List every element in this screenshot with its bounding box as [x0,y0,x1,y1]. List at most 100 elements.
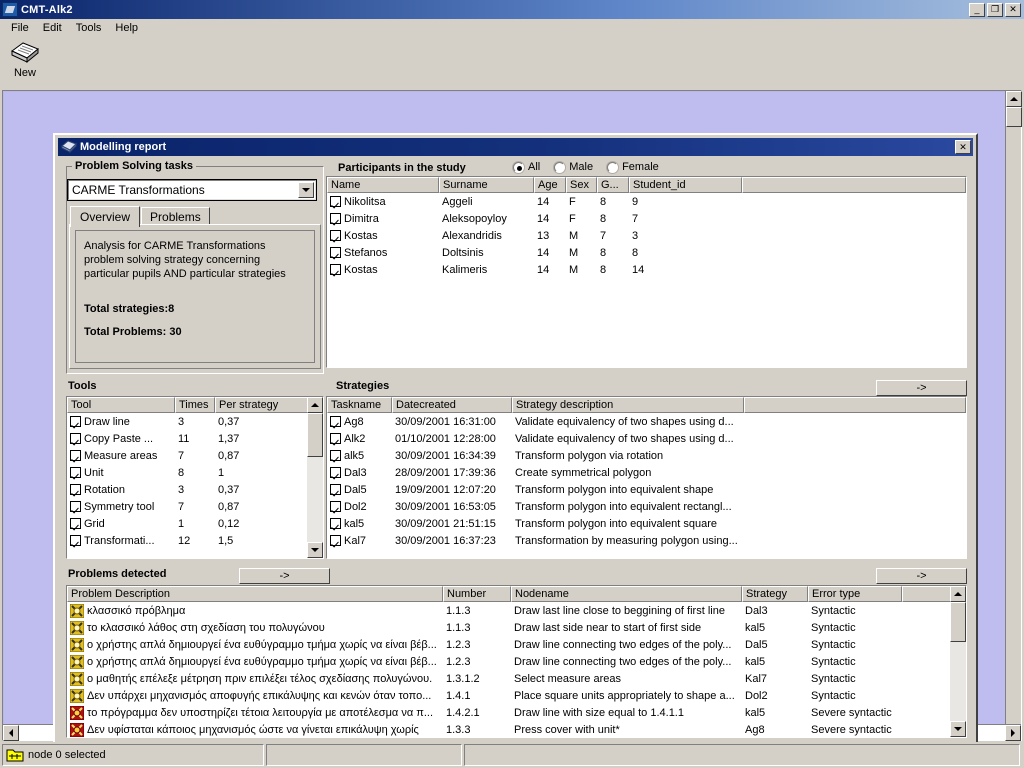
participants-table[interactable]: Name Surname Age Sex G... Student_id Nik… [326,176,967,368]
table-row[interactable]: Draw line 3 0,37 [67,413,323,430]
checkbox-checked-icon[interactable] [70,450,81,461]
table-row[interactable]: ο χρήστης απλά δημιουργεί ένα ευθύγραμμο… [67,636,966,653]
table-row[interactable]: Grid 1 0,12 [67,515,323,532]
table-row[interactable]: Δεν υπάρχει μηχανισμός αποφυγής επικάλυψ… [67,687,966,704]
checkbox-checked-icon[interactable] [330,230,341,241]
table-row[interactable]: Unit 8 1 [67,464,323,481]
col-datecreated[interactable]: Datecreated [392,397,512,413]
table-row[interactable]: Symmetry tool 7 0,87 [67,498,323,515]
col-strategy[interactable]: Strategy [742,586,808,602]
checkbox-checked-icon[interactable] [330,433,341,444]
tools-table[interactable]: Tool Times Per strategy Draw line 3 0,37 Co… [66,396,324,559]
col-sex[interactable]: Sex [566,177,597,193]
col-times[interactable]: Times [175,397,215,413]
table-cell-checkbox[interactable]: alk5 [327,447,392,464]
task-combo[interactable]: CARME Transformations [67,179,317,201]
vertical-scroll-thumb[interactable] [1006,107,1022,127]
checkbox-checked-icon[interactable] [330,450,341,461]
tools-scrollbar[interactable] [307,397,323,558]
checkbox-checked-icon[interactable] [330,484,341,495]
table-row[interactable]: Δεν υφίσταται κάποιος μηχανισμός ώστε να… [67,721,966,737]
table-cell-checkbox[interactable]: Measure areas [67,447,175,464]
table-row[interactable]: Dol2 30/09/2001 16:53:05 Transform polygon… [327,498,966,515]
table-row[interactable]: alk5 30/09/2001 16:34:39 Transform polygon… [327,447,966,464]
table-row[interactable]: Transformati... 12 1,5 [67,532,323,549]
new-button[interactable]: New [5,40,45,88]
col-tool[interactable]: Tool [67,397,175,413]
scroll-up-icon[interactable] [1006,91,1022,107]
problem-description-cell[interactable]: κλασσικό πρόβλημα [67,602,443,619]
col-per-strategy[interactable]: Per strategy [215,397,308,413]
problems-scroll-track[interactable] [950,602,966,721]
table-row[interactable]: Dal3 28/09/2001 17:39:36 Create symmetrica… [327,464,966,481]
menu-item-tools[interactable]: Tools [69,21,109,35]
problems-scroll-down-icon[interactable] [950,721,966,737]
table-row[interactable]: Dal5 19/09/2001 12:07:20 Transform polygon… [327,481,966,498]
problem-description-cell[interactable]: Δεν υπάρχει μηχανισμός αποφυγής επικάλυψ… [67,687,443,704]
problem-description-cell[interactable]: ο μαθητής επέλεξε μέτρηση πριν επιλέξει … [67,670,443,687]
strategies-expand-button[interactable]: -> [876,380,967,396]
checkbox-checked-icon[interactable] [330,213,341,224]
strategies-table[interactable]: Taskname Datecreated Strategy descriptio… [326,396,967,559]
tools-scroll-up-icon[interactable] [307,397,323,413]
tools-scroll-track[interactable] [307,413,323,542]
radio-all[interactable]: All [513,161,540,173]
checkbox-checked-icon[interactable] [330,247,341,258]
table-cell-checkbox[interactable]: Symmetry tool [67,498,175,515]
problems-scrollbar[interactable] [950,586,966,737]
radio-male[interactable]: Male [554,161,593,173]
checkbox-checked-icon[interactable] [330,416,341,427]
checkbox-checked-icon[interactable] [70,535,81,546]
maximize-icon[interactable]: ❐ [987,2,1003,17]
col-student-id[interactable]: Student_id [629,177,742,193]
checkbox-checked-icon[interactable] [70,518,81,529]
table-cell-checkbox[interactable]: Dal5 [327,481,392,498]
table-row[interactable]: Ag8 30/09/2001 16:31:00 Validate equivalen… [327,413,966,430]
problem-description-cell[interactable]: ο χρήστης απλά δημιουργεί ένα ευθύγραμμο… [67,653,443,670]
checkbox-checked-icon[interactable] [330,501,341,512]
table-cell-checkbox[interactable]: Copy Paste ... [67,430,175,447]
table-row[interactable]: kal5 30/09/2001 21:51:15 Transform polygon… [327,515,966,532]
table-cell-checkbox[interactable]: Stefanos [327,244,439,261]
col-blank[interactable] [742,177,966,193]
table-cell-checkbox[interactable]: kal5 [327,515,392,532]
problem-description-cell[interactable]: ο χρήστης απλά δημιουργεί ένα ευθύγραμμο… [67,636,443,653]
dialog-close-icon[interactable]: ✕ [955,140,971,154]
menu-item-file[interactable]: File [4,21,36,35]
checkbox-checked-icon[interactable] [330,535,341,546]
col-problem-description[interactable]: Problem Description [67,586,443,602]
table-cell-checkbox[interactable]: Ag8 [327,413,392,430]
table-cell-checkbox[interactable]: Kal7 [327,532,392,549]
dialog-title-bar[interactable]: Modelling report ✕ [58,138,973,156]
chevron-down-icon[interactable] [298,182,314,198]
table-row[interactable]: Rotation 3 0,37 [67,481,323,498]
table-row[interactable]: Dimitra Aleksopoyloy 14 F 8 7 [327,210,966,227]
workspace-vertical-scrollbar[interactable] [1005,91,1022,724]
scroll-left-icon[interactable] [3,725,19,741]
table-row[interactable]: Measure areas 7 0,87 [67,447,323,464]
menu-item-help[interactable]: Help [108,21,145,35]
table-row[interactable]: Stefanos Doltsinis 14 M 8 8 [327,244,966,261]
table-row[interactable]: Kostas Kalimeris 14 M 8 14 [327,261,966,278]
menu-item-edit[interactable]: Edit [36,21,69,35]
tools-scroll-thumb[interactable] [307,413,323,457]
problem-description-cell[interactable]: το πρόγραμμα δεν υποστηρίζει τέτοια λειτ… [67,704,443,721]
table-cell-checkbox[interactable]: Kostas [327,227,439,244]
table-row[interactable]: κλασσικό πρόβλημα 1.1.3 Draw last line clo… [67,602,966,619]
problem-description-cell[interactable]: το κλασσικό λάθος στη σχεδίαση του πολυγ… [67,619,443,636]
table-cell-checkbox[interactable]: Dol2 [327,498,392,515]
col-age[interactable]: Age [534,177,566,193]
close-icon[interactable]: ✕ [1005,2,1021,17]
table-cell-checkbox[interactable]: Grid [67,515,175,532]
table-cell-checkbox[interactable]: Transformati... [67,532,175,549]
table-cell-checkbox[interactable]: Dal3 [327,464,392,481]
table-row[interactable]: Kal7 30/09/2001 16:37:23 Transformation by… [327,532,966,549]
col-strategies-blank[interactable] [744,397,966,413]
table-cell-checkbox[interactable]: Alk2 [327,430,392,447]
checkbox-checked-icon[interactable] [70,484,81,495]
checkbox-checked-icon[interactable] [330,467,341,478]
minimize-icon[interactable]: _ [969,2,985,17]
checkbox-checked-icon[interactable] [330,518,341,529]
scroll-right-icon[interactable] [1005,725,1021,741]
checkbox-checked-icon[interactable] [70,467,81,478]
